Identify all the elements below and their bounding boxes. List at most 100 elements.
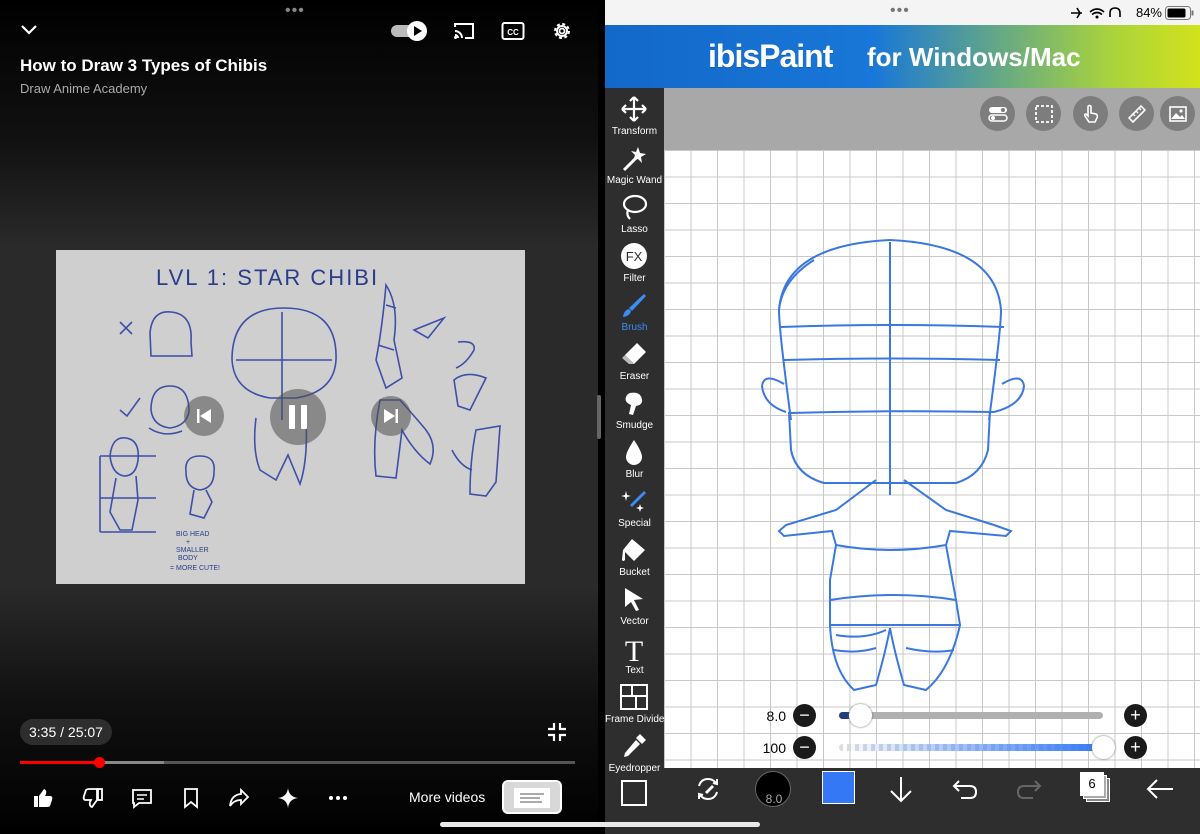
transform-mode-button[interactable] <box>692 773 724 805</box>
transform-icon <box>621 96 647 122</box>
drawing-canvas[interactable] <box>664 150 1200 768</box>
captions-icon[interactable]: CC <box>500 20 526 42</box>
like-icon[interactable] <box>30 786 56 810</box>
vector-icon <box>625 588 643 611</box>
more-videos-thumbnail[interactable] <box>502 780 562 814</box>
sparkle-icon[interactable] <box>275 786 301 810</box>
multitasking-dots-icon[interactable]: ••• <box>285 2 305 20</box>
tool-smudge[interactable]: Smudge <box>605 386 664 435</box>
back-button[interactable] <box>1144 774 1176 804</box>
progress-bar[interactable] <box>20 757 575 768</box>
brush-opacity-knob[interactable] <box>1092 736 1115 759</box>
color-picker-button[interactable] <box>822 771 855 804</box>
tool-label: Text <box>625 665 644 676</box>
split-view-divider[interactable] <box>597 395 601 439</box>
save-icon[interactable] <box>178 786 204 810</box>
magic-wand-icon <box>622 147 646 172</box>
lasso-icon <box>622 194 648 220</box>
ruler-icon <box>1127 104 1146 123</box>
dislike-icon[interactable] <box>80 786 106 810</box>
canvas-area[interactable]: 8.0 − + 100 − + <box>664 88 1200 768</box>
reference-image-button[interactable] <box>1160 96 1195 131</box>
previous-video-button[interactable] <box>184 396 224 436</box>
tool-frame-divider[interactable]: Frame Divider <box>605 680 668 729</box>
tool-label: Frame Divider <box>605 714 668 725</box>
tool-lasso[interactable]: Lasso <box>605 190 664 239</box>
special-icon <box>621 491 646 512</box>
tool-special[interactable]: Special <box>605 484 664 533</box>
multitasking-dots-icon[interactable]: ••• <box>890 2 910 20</box>
rotate-canvas-icon <box>698 777 718 801</box>
drawing-app-pane: ••• 84% ibisPaint for Windows/Mac Transf… <box>605 0 1200 834</box>
tool-label: Brush <box>621 322 648 333</box>
ruler-button[interactable] <box>1119 96 1154 131</box>
brush-size-knob[interactable] <box>849 704 873 727</box>
channel-name[interactable]: Draw Anime Academy <box>20 81 147 96</box>
cast-icon[interactable] <box>452 20 476 42</box>
tool-filter[interactable]: FX Filter <box>605 239 664 288</box>
tool-label: Transform <box>611 126 658 137</box>
color-swatch-small[interactable] <box>621 780 647 806</box>
filter-icon: FX <box>621 243 647 269</box>
eyedropper-icon <box>624 734 646 757</box>
status-bar: ••• 84% <box>605 0 1200 25</box>
more-videos-label[interactable]: More videos <box>409 789 485 805</box>
promo-banner[interactable]: ibisPaint for Windows/Mac <box>605 25 1200 88</box>
battery-percentage: 84% <box>1135 5 1162 20</box>
tool-text[interactable]: T Text <box>605 631 664 680</box>
tool-eyedropper[interactable]: Eyedropper <box>605 729 664 778</box>
brush-size-preview[interactable]: 8.0 <box>755 771 791 807</box>
touch-mode-button[interactable] <box>1073 96 1108 131</box>
brush-opacity-decrease-button[interactable]: − <box>793 736 816 759</box>
settings-gear-icon[interactable] <box>549 19 575 43</box>
tool-sidebar: Transform Magic Wand Lasso FX Filter Bru… <box>605 88 668 834</box>
filter-glyph: FX <box>626 249 643 264</box>
pause-button[interactable] <box>270 389 326 445</box>
tool-label: Filter <box>623 273 646 284</box>
tool-label: Smudge <box>615 420 654 431</box>
brush-size-slider[interactable] <box>839 704 1103 727</box>
tool-blur[interactable]: Blur <box>605 435 664 484</box>
comments-icon[interactable] <box>129 786 155 810</box>
brush-opacity-slider[interactable] <box>839 736 1115 759</box>
text-icon: T <box>625 635 643 662</box>
brush-size-decrease-button[interactable]: − <box>793 704 816 727</box>
toggle-panel-button[interactable] <box>980 96 1015 131</box>
exit-fullscreen-icon[interactable] <box>545 720 569 744</box>
tool-brush[interactable]: Brush <box>605 288 664 337</box>
playback-time: 3:35 / 25:07 <box>20 719 112 745</box>
tool-label: Blur <box>625 469 644 480</box>
next-video-button[interactable] <box>371 396 411 436</box>
tool-eraser[interactable]: Eraser <box>605 337 664 386</box>
undo-icon <box>952 780 978 799</box>
brush-size-preview-label: 8.0 <box>765 792 783 806</box>
autoplay-toggle-icon[interactable] <box>390 20 430 42</box>
skip-previous-icon <box>197 409 211 423</box>
layers-button[interactable]: 6 <box>1080 772 1112 804</box>
progress-scrubber[interactable] <box>94 757 106 768</box>
layer-down-button[interactable] <box>886 774 916 804</box>
selection-button[interactable] <box>1026 96 1061 131</box>
tool-label: Magic Wand <box>606 175 663 186</box>
brush-opacity-fill <box>839 744 1103 751</box>
tool-label: Lasso <box>621 224 648 235</box>
selection-icon <box>1034 104 1053 123</box>
chevron-down-icon[interactable] <box>18 20 40 40</box>
arrow-left-icon <box>1146 779 1173 799</box>
tool-bucket[interactable]: Bucket <box>605 533 664 582</box>
hand-icon <box>1083 104 1098 123</box>
home-indicator[interactable] <box>440 822 760 827</box>
redo-button[interactable] <box>1014 774 1044 804</box>
tool-transform[interactable]: Transform <box>605 92 664 141</box>
more-icon[interactable] <box>325 786 351 810</box>
video-title: How to Draw 3 Types of Chibis <box>20 56 268 75</box>
tool-magic-wand[interactable]: Magic Wand <box>605 141 664 190</box>
tool-vector[interactable]: Vector <box>605 582 664 631</box>
undo-button[interactable] <box>950 774 980 804</box>
video-frame[interactable]: LVL 1: STAR CHIBI BIG HEAD + SMALLER BOD… <box>56 250 525 584</box>
brush-size-increase-button[interactable]: + <box>1124 704 1147 727</box>
brush-opacity-increase-button[interactable]: + <box>1124 736 1147 759</box>
share-icon[interactable] <box>226 786 252 810</box>
video-note-line: SMALLER <box>176 547 209 554</box>
banner-logo: ibisPaint <box>708 38 833 74</box>
